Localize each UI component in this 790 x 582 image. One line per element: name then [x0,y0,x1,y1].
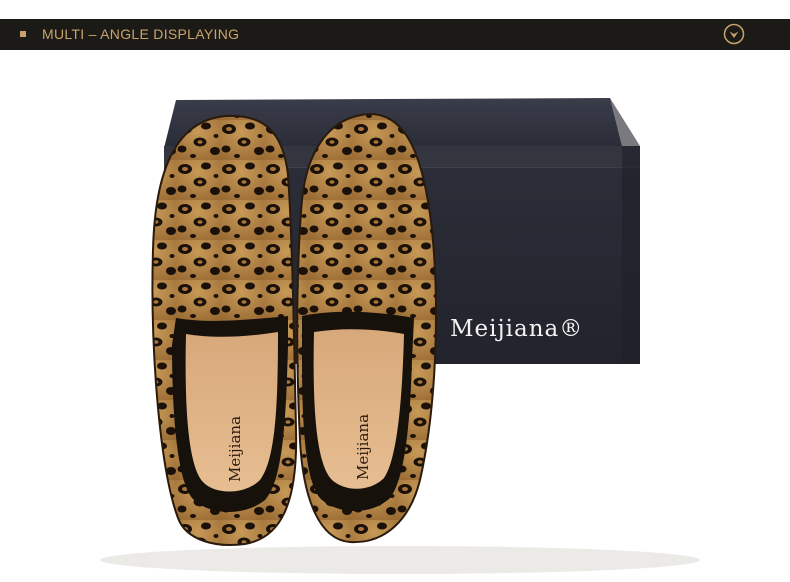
section-title: MULTI – ANGLE DISPLAYING [42,26,240,42]
square-bullet-icon [20,31,26,37]
right-shoe: Meijiana [296,112,437,544]
insole-brand-label: Meijiana [226,416,244,482]
chevron-down-circle-icon[interactable] [723,23,745,45]
product-photo: Meijiana® Meijiana Meijiana [0,50,790,582]
section-header-bar: MULTI – ANGLE DISPLAYING [0,19,790,50]
left-shoe: Meijiana [151,114,298,546]
insole-brand-label: Meijiana [354,414,372,480]
box-brand-label: Meijiana® [450,316,583,342]
